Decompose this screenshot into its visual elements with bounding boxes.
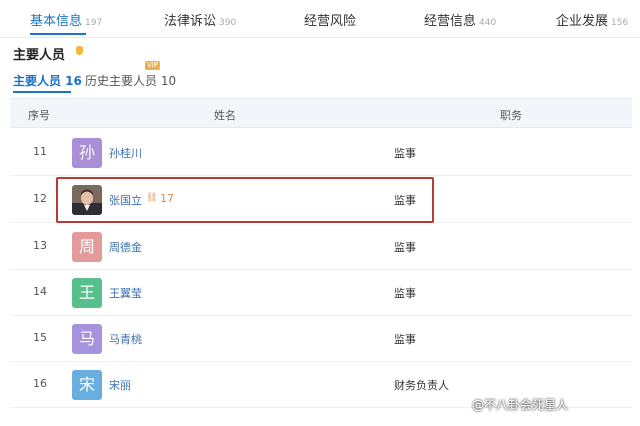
row-index: 15	[33, 331, 47, 344]
tab-business-risk[interactable]: 经营风险	[304, 10, 359, 29]
vip-badge: VIP	[145, 61, 161, 70]
subtab-current-staff[interactable]: 主要人员 16	[13, 72, 82, 89]
row-index: 11	[33, 145, 47, 158]
tab-count: 390	[219, 18, 237, 28]
tab-legal[interactable]: 法律诉讼 390	[164, 10, 236, 29]
table-row: 11 孙 孙桂川 监事	[10, 130, 632, 176]
table-row: 13 周 周德金 监事	[10, 224, 632, 270]
tab-count: 440	[479, 18, 497, 28]
column-header-index: 序号	[28, 109, 50, 122]
section-title: 主要人员	[13, 48, 66, 63]
table-header: 序号 姓名 职务	[10, 98, 632, 128]
position-text: 监事	[394, 333, 416, 346]
tab-basic-info[interactable]: 基本信息 197	[30, 10, 102, 29]
highlight-box	[56, 177, 434, 223]
tab-label: 经营风险	[304, 14, 357, 29]
subtab-indicator	[13, 91, 71, 93]
position-text: 监事	[394, 241, 416, 254]
position-text: 监事	[394, 147, 416, 160]
tab-label: 法律诉讼	[164, 14, 217, 29]
row-index: 12	[33, 192, 47, 205]
watermark: @不八卦会死星人	[472, 398, 569, 412]
avatar[interactable]: 马	[72, 324, 102, 354]
tab-development[interactable]: 企业发展 156	[556, 10, 628, 29]
column-header-name: 姓名	[214, 109, 236, 122]
column-header-position: 职务	[500, 109, 522, 122]
section-tab-bar: 基本信息 197 法律诉讼 390 经营风险 经营信息 440 企业发展 156	[0, 0, 640, 38]
tab-label: 经营信息	[424, 14, 477, 29]
table-row: 15 马 马青桃 监事	[10, 316, 632, 362]
table-row: 14 王 王翼莹 监事	[10, 270, 632, 316]
person-name-link[interactable]: 孙桂川	[109, 145, 142, 161]
position-text: 监事	[394, 287, 416, 300]
active-tab-indicator	[30, 33, 86, 35]
tab-count: 197	[85, 18, 103, 28]
avatar[interactable]: 宋	[72, 370, 102, 400]
person-name-link[interactable]: 宋丽	[109, 377, 131, 393]
person-name-link[interactable]: 王翼莹	[109, 285, 142, 301]
avatar[interactable]: 周	[72, 232, 102, 262]
avatar[interactable]: 孙	[72, 138, 102, 168]
position-text: 财务负责人	[394, 379, 449, 392]
row-index: 14	[33, 285, 47, 298]
person-name-link[interactable]: 周德金	[109, 239, 142, 255]
tab-label: 基本信息	[30, 14, 83, 29]
row-index: 16	[33, 377, 47, 390]
tab-count: 156	[611, 18, 629, 28]
person-name-link[interactable]: 马青桃	[109, 331, 142, 347]
tab-business-info[interactable]: 经营信息 440	[424, 10, 496, 29]
row-index: 13	[33, 239, 47, 252]
tab-label: 企业发展	[556, 14, 609, 29]
hint-bulb-icon[interactable]	[76, 46, 83, 55]
subtab-history-staff[interactable]: 历史主要人员 10	[85, 72, 176, 89]
avatar[interactable]: 王	[72, 278, 102, 308]
